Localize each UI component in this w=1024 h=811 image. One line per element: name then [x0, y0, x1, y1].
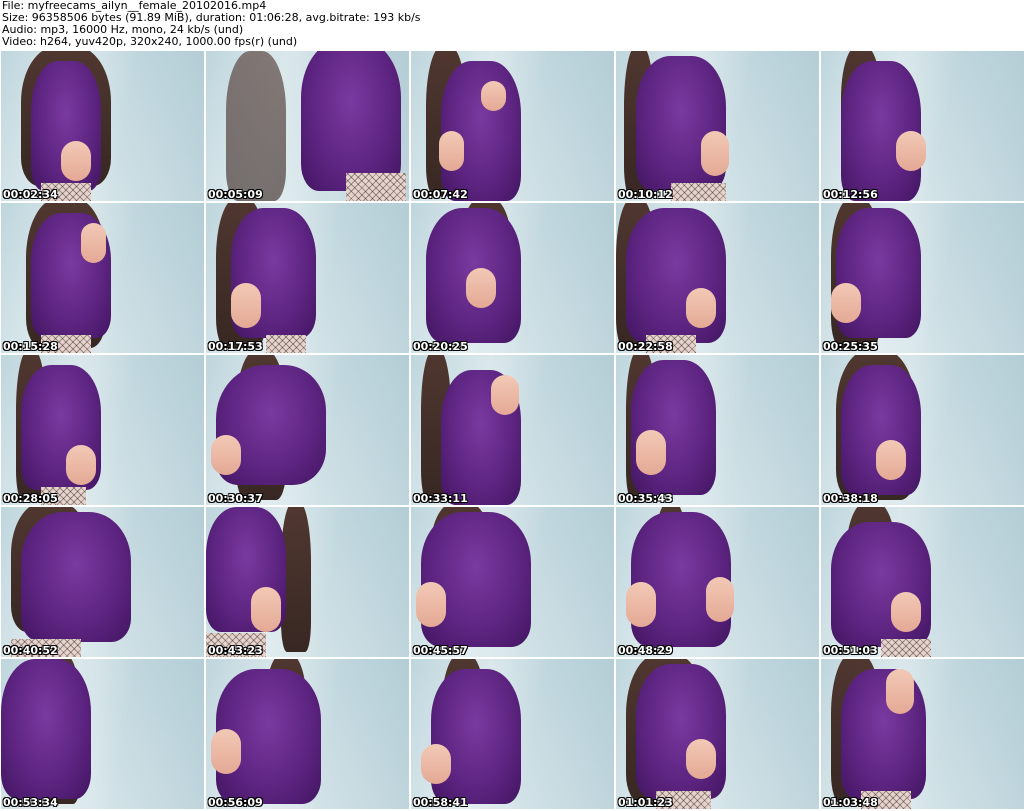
thumbnail-timestamp: 00:30:37 [208, 492, 263, 505]
thumbnail[interactable]: 00:51:03 [821, 507, 1024, 657]
thumbnail[interactable]: 00:33:11 [411, 355, 614, 505]
thumbnail[interactable]: 00:45:57 [411, 507, 614, 657]
thumbnail-timestamp: 00:40:52 [3, 644, 58, 657]
thumbnail[interactable]: 00:10:12 [616, 51, 819, 201]
thumbnail-timestamp: 00:51:03 [823, 644, 878, 657]
thumbnail-timestamp: 00:05:09 [208, 188, 263, 201]
thumbnail[interactable]: 00:12:56 [821, 51, 1024, 201]
thumbnail-timestamp: 00:53:34 [3, 796, 58, 809]
thumbnail[interactable]: 00:28:05 [1, 355, 204, 505]
video-info-line: Video: h264, yuv420p, 320x240, 1000.00 f… [2, 35, 298, 48]
thumbnail[interactable]: 00:56:09 [206, 659, 409, 809]
thumbnail-timestamp: 00:25:35 [823, 340, 878, 353]
thumbnail[interactable]: 00:17:53 [206, 203, 409, 353]
thumbnail-timestamp: 00:15:28 [3, 340, 58, 353]
thumbnail-timestamp: 00:07:42 [413, 188, 468, 201]
thumbnail[interactable]: 00:25:35 [821, 203, 1024, 353]
thumbnail-timestamp: 00:56:09 [208, 796, 263, 809]
thumbnail[interactable]: 00:48:29 [616, 507, 819, 657]
thumbnail[interactable]: 00:02:34 [1, 51, 204, 201]
thumbnail[interactable]: 00:07:42 [411, 51, 614, 201]
thumbnail-timestamp: 00:48:29 [618, 644, 673, 657]
thumbnail-timestamp: 00:38:18 [823, 492, 878, 505]
thumbnail[interactable]: 00:22:58 [616, 203, 819, 353]
thumbnail-timestamp: 01:01:23 [618, 796, 673, 809]
thumbnail[interactable]: 00:53:34 [1, 659, 204, 809]
thumbnail-timestamp: 00:33:11 [413, 492, 468, 505]
thumbnail-timestamp: 00:35:43 [618, 492, 673, 505]
thumbnail-timestamp: 00:02:34 [3, 188, 58, 201]
thumbnail-timestamp: 00:10:12 [618, 188, 673, 201]
thumbnail-grid: 00:02:34 00:05:09 00:07:42 00:10:12 00:1… [0, 51, 1024, 811]
thumbnail[interactable]: 00:15:28 [1, 203, 204, 353]
thumbnail[interactable]: 01:03:48 [821, 659, 1024, 809]
thumbnail[interactable]: 00:40:52 [1, 507, 204, 657]
thumbnail[interactable]: 01:01:23 [616, 659, 819, 809]
thumbnail[interactable]: 00:30:37 [206, 355, 409, 505]
thumbnail[interactable]: 00:05:09 [206, 51, 409, 201]
thumbnail-timestamp: 00:22:58 [618, 340, 673, 353]
thumbnail[interactable]: 00:43:23 [206, 507, 409, 657]
file-info-header: File: myfreecams_ailyn__female_20102016.… [0, 0, 1024, 50]
thumbnail-timestamp: 00:58:41 [413, 796, 468, 809]
thumbnail-timestamp: 00:20:25 [413, 340, 468, 353]
thumbnail-timestamp: 00:28:05 [3, 492, 58, 505]
thumbnail[interactable]: 00:35:43 [616, 355, 819, 505]
thumbnail[interactable]: 00:58:41 [411, 659, 614, 809]
thumbnail[interactable]: 00:38:18 [821, 355, 1024, 505]
thumbnail-timestamp: 00:12:56 [823, 188, 878, 201]
thumbnail-timestamp: 00:45:57 [413, 644, 468, 657]
thumbnail[interactable]: 00:20:25 [411, 203, 614, 353]
thumbnail-timestamp: 01:03:48 [823, 796, 878, 809]
thumbnail-timestamp: 00:17:53 [208, 340, 263, 353]
thumbnail-timestamp: 00:43:23 [208, 644, 263, 657]
